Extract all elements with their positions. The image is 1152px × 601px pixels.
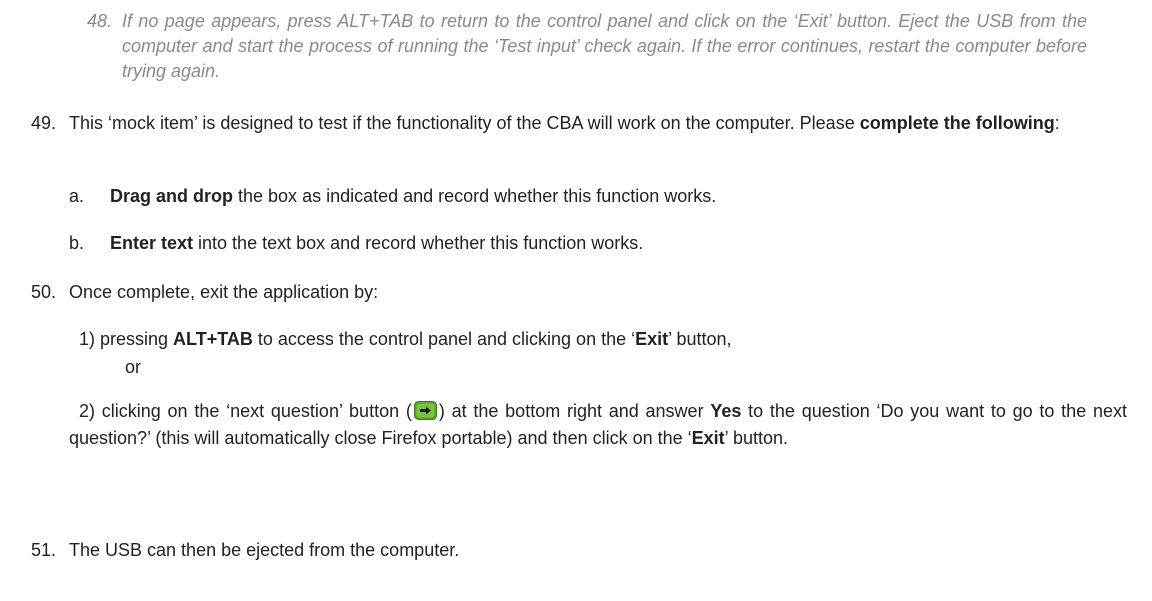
item-50-intro: Once complete, exit the application by: — [69, 282, 379, 302]
item-49-bold-text: complete the following — [859, 113, 1055, 133]
subitem-a-rest: the box as indicated and record whether … — [233, 186, 717, 206]
item-50-number: 50. — [31, 282, 57, 302]
option-1-prefix: 1) pressing — [79, 329, 174, 349]
item-49-subitem-b: b. Enter text into the text box and reco… — [69, 230, 643, 257]
item-51-text: The USB can then be ejected from the com… — [69, 540, 460, 560]
option-1-exit: Exit — [635, 329, 669, 349]
option-2-yes: Yes — [710, 401, 742, 421]
subitem-b-bold: Enter text — [110, 233, 194, 253]
subitem-b-letter: b. — [69, 233, 85, 253]
item-51-number: 51. — [31, 540, 57, 560]
option-1-middle: to access the control panel and clicking… — [252, 329, 636, 349]
option-2-prefix: 2) clicking on the ‘next question’ butto… — [79, 401, 412, 421]
item-49-text-end: : — [1054, 113, 1060, 133]
option-1-key: ALT+TAB — [173, 329, 253, 349]
or-separator: or — [125, 357, 142, 377]
item-49-number: 49. — [31, 113, 57, 133]
option-2-suffix: ’ button. — [724, 428, 789, 448]
subitem-b-text: Enter text into the text box and record … — [110, 230, 643, 257]
next-question-arrow-icon — [413, 401, 437, 420]
exit-option-2: 2) clicking on the ‘next question’ butto… — [69, 398, 1127, 452]
subitem-a-text: Drag and drop the box as indicated and r… — [110, 183, 716, 210]
item-50: 50. Once complete, exit the application … — [31, 279, 1126, 306]
note-48-text: If no page appears, press ALT+TAB to ret… — [122, 11, 1087, 81]
subitem-a-letter: a. — [69, 186, 85, 206]
note-48-number: 48. — [87, 11, 113, 31]
item-49: 49. This ‘mock item’ is designed to test… — [31, 110, 1126, 137]
item-51: 51. The USB can then be ejected from the… — [31, 537, 1126, 564]
item-49-subitem-a: a. Drag and drop the box as indicated an… — [69, 183, 716, 210]
subitem-a-bold: Drag and drop — [110, 186, 234, 206]
subitem-b-rest: into the text box and record whether thi… — [193, 233, 644, 253]
item-49-text-part: This ‘mock item’ is designed to test if … — [69, 113, 860, 133]
document-page: 48. If no page appears, press ALT+TAB to… — [0, 0, 1152, 601]
note-48: 48. If no page appears, press ALT+TAB to… — [87, 9, 1087, 84]
option-2-after-icon: ) at the bottom right and answer — [438, 401, 711, 421]
item-49-text: This ‘mock item’ is designed to test if … — [69, 110, 1126, 137]
exit-option-1: 1) pressing ALT+TAB to access the contro… — [79, 326, 732, 353]
option-2-exit: Exit — [691, 428, 725, 448]
option-1-suffix: ’ button, — [668, 329, 732, 349]
